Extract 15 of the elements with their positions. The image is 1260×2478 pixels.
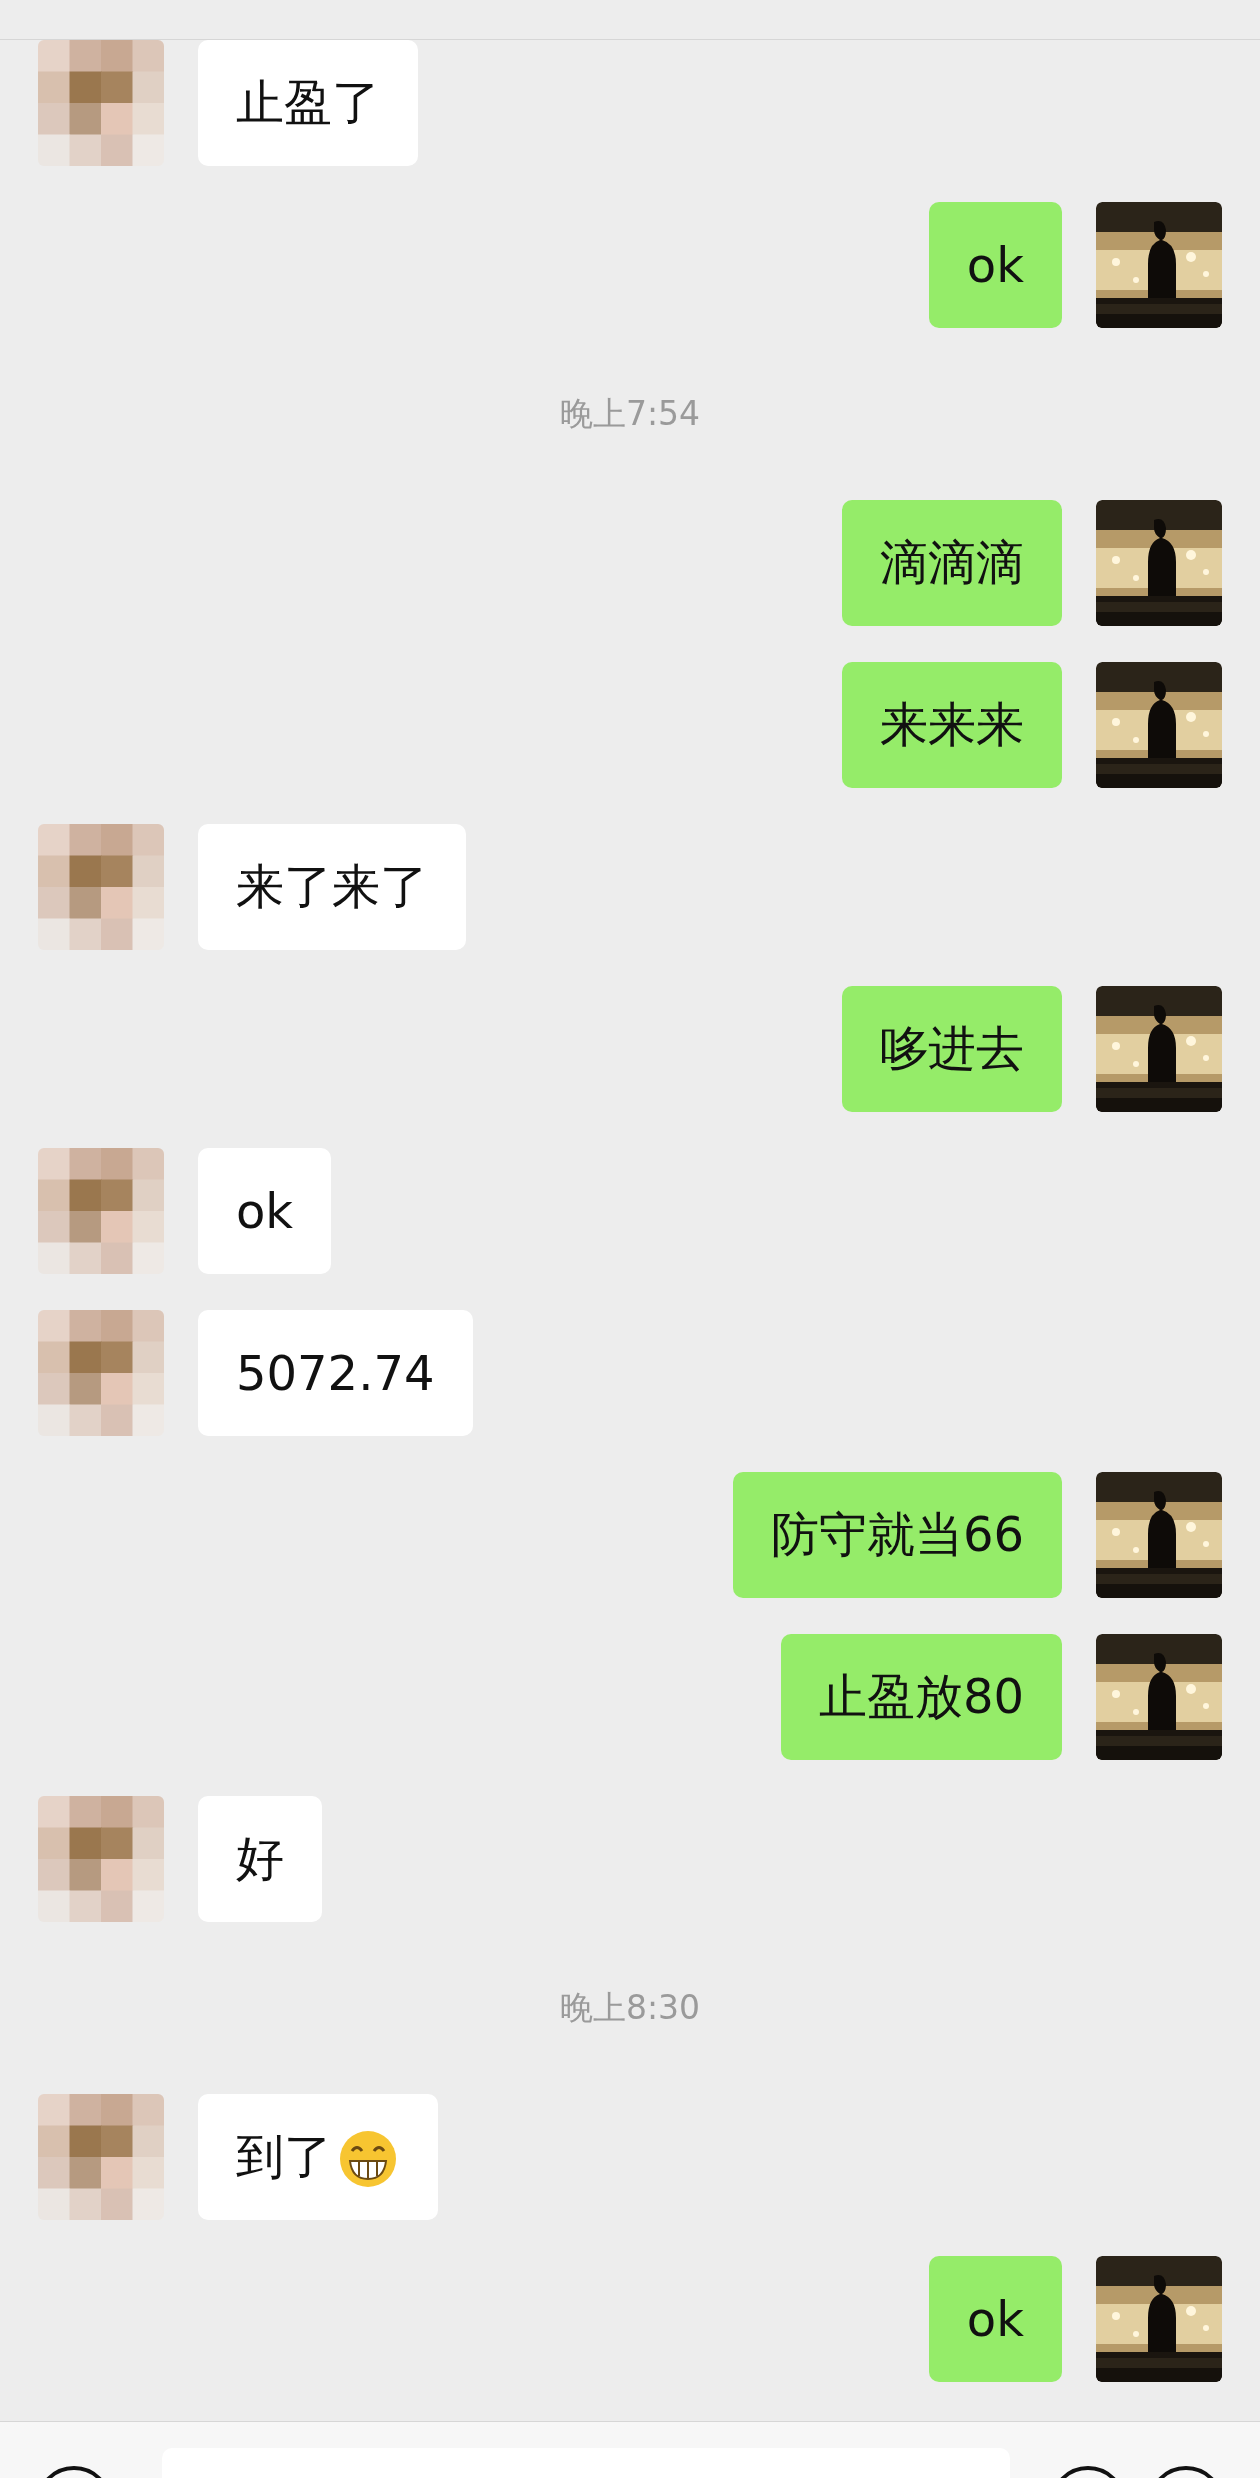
message-bubble: 止盈了 — [198, 40, 418, 166]
message-bubble: ok — [928, 202, 1062, 328]
time-label: 晚上8:30 — [559, 1986, 701, 2029]
message-bubble: ok — [928, 2256, 1062, 2382]
message-bubble: 哆进去 — [842, 986, 1062, 1112]
time-label: 晚上7:54 — [559, 392, 701, 435]
message-bubble: 来了来了 — [198, 824, 466, 950]
message-bubble: 5072.74 — [198, 1310, 473, 1436]
message-bubble: 到了 — [198, 2094, 438, 2220]
message-bubble: 来来来 — [842, 662, 1062, 788]
message-bubble: ok — [198, 1148, 332, 1274]
message-bubble: 好 — [198, 1796, 322, 1922]
message-bubble: 止盈放80 — [780, 1634, 1062, 1760]
message-bubble: 滴滴滴 — [842, 500, 1062, 626]
message-bubble: 防守就当66 — [732, 1472, 1062, 1598]
